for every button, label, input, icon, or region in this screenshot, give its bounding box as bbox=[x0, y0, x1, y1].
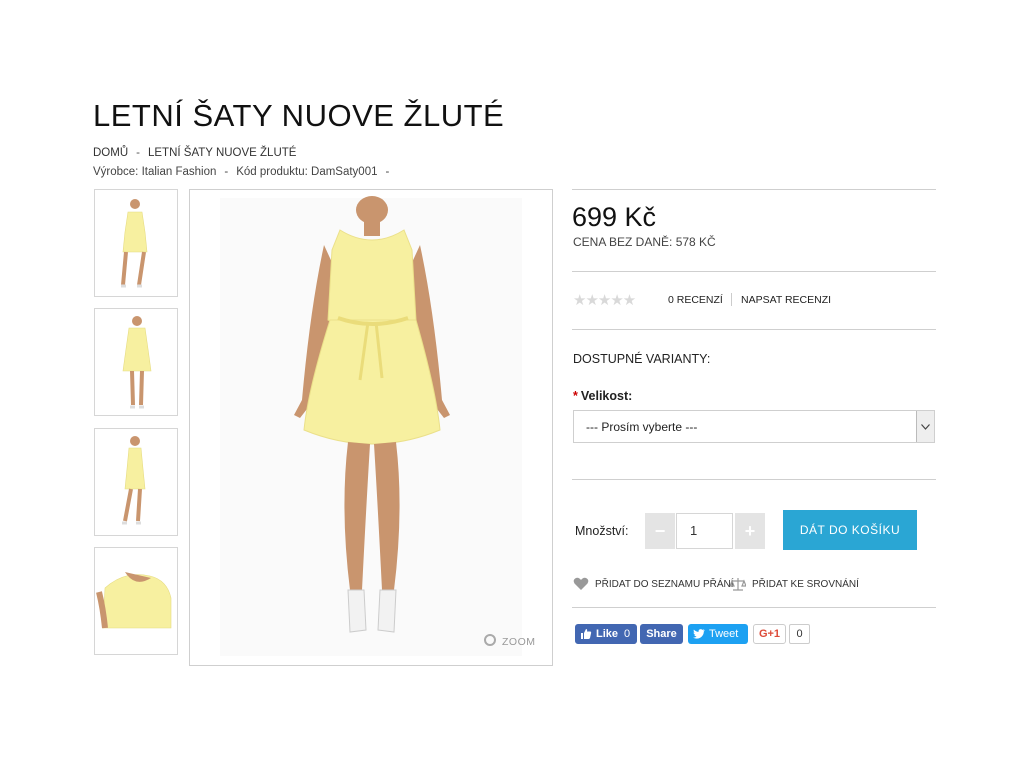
heart-icon bbox=[573, 577, 589, 590]
price: 699 Kč bbox=[572, 202, 657, 232]
add-to-compare-link[interactable]: PŘIDAT KE SROVNÁNÍ bbox=[730, 577, 859, 591]
size-label: * Velikost: bbox=[573, 389, 632, 403]
tweet-label: Tweet bbox=[709, 628, 739, 640]
add-to-wishlist-link[interactable]: PŘIDAT DO SEZNAMU PŘÁNÍ bbox=[573, 577, 734, 591]
scales-icon bbox=[730, 578, 746, 591]
divider bbox=[572, 271, 936, 272]
facebook-like-count: 0 bbox=[624, 628, 631, 640]
reviews-link[interactable]: 0 RECENZÍ bbox=[668, 294, 723, 306]
meta-separator: - bbox=[224, 166, 229, 178]
quantity-label: Množství: bbox=[575, 524, 629, 538]
quantity-plus-button[interactable]: + bbox=[735, 513, 765, 549]
chevron-down-icon[interactable] bbox=[916, 411, 934, 442]
quantity-minus-button[interactable]: − bbox=[645, 513, 675, 549]
tweet-button[interactable]: Tweet bbox=[688, 624, 748, 644]
google-plus-button[interactable]: G+1 bbox=[753, 624, 786, 644]
dress-photo-main bbox=[220, 196, 522, 656]
zoom-control[interactable]: ZOOM bbox=[484, 634, 536, 648]
thumbnail-3[interactable] bbox=[94, 428, 178, 536]
size-label-text: Velikost: bbox=[580, 389, 633, 403]
zoom-label: ZOOM bbox=[502, 636, 536, 648]
dress-photo-thumb-1 bbox=[121, 199, 148, 288]
facebook-share-button[interactable]: Share bbox=[640, 624, 683, 644]
write-review-link[interactable]: NAPSAT RECENZI bbox=[741, 294, 831, 306]
rating-stars: ★★★★★ bbox=[573, 292, 636, 309]
price-ex-tax: CENA BEZ DANĚ: 578 KČ bbox=[573, 235, 716, 249]
wishlist-label: PŘIDAT DO SEZNAMU PŘÁNÍ bbox=[595, 578, 734, 590]
breadcrumb-separator: - bbox=[136, 147, 140, 159]
breadcrumb-current[interactable]: LETNÍ ŠATY NUOVE ŽLUTÉ bbox=[148, 147, 296, 159]
variants-heading: DOSTUPNÉ VARIANTY: bbox=[573, 352, 711, 366]
facebook-like-button[interactable]: Like 0 bbox=[575, 624, 637, 644]
magnifier-icon bbox=[484, 634, 496, 646]
main-product-image[interactable] bbox=[189, 189, 553, 666]
product-code-text: Kód produktu: DamSaty001 bbox=[236, 166, 378, 178]
twitter-bird-icon bbox=[693, 629, 705, 639]
dress-photo-thumb-2 bbox=[122, 316, 152, 409]
divider bbox=[572, 479, 936, 480]
thumbs-up-icon bbox=[581, 629, 592, 639]
required-mark: * bbox=[573, 389, 578, 403]
dress-photo-thumb-4 bbox=[96, 572, 172, 629]
meta-separator-trailing: - bbox=[385, 166, 390, 178]
google-plus-count: 0 bbox=[789, 624, 810, 644]
divider bbox=[572, 189, 936, 190]
page-title: LETNÍ ŠATY NUOVE ŽLUTÉ bbox=[93, 98, 505, 133]
thumbnail-4[interactable] bbox=[94, 547, 178, 655]
divider bbox=[572, 329, 936, 330]
dress-photo-thumb-3 bbox=[122, 436, 146, 525]
size-select[interactable]: --- Prosím vyberte --- bbox=[573, 410, 935, 443]
divider bbox=[572, 607, 936, 608]
breadcrumb: DOMŮ - LETNÍ ŠATY NUOVE ŽLUTÉ bbox=[93, 147, 296, 159]
facebook-like-label: Like bbox=[596, 628, 619, 640]
product-meta: Výrobce: Italian Fashion - Kód produktu: D… bbox=[93, 166, 397, 178]
compare-label: PŘIDAT KE SROVNÁNÍ bbox=[752, 578, 859, 590]
thumbnail-2[interactable] bbox=[94, 308, 178, 416]
divider bbox=[731, 293, 732, 306]
breadcrumb-home[interactable]: DOMŮ bbox=[93, 147, 128, 159]
quantity-input[interactable]: 1 bbox=[676, 513, 733, 549]
size-select-value: --- Prosím vyberte --- bbox=[586, 420, 698, 434]
manufacturer-text: Výrobce: Italian Fashion bbox=[93, 166, 217, 178]
thumbnail-1[interactable] bbox=[94, 189, 178, 297]
add-to-cart-button[interactable]: DÁT DO KOŠÍKU bbox=[783, 510, 917, 550]
